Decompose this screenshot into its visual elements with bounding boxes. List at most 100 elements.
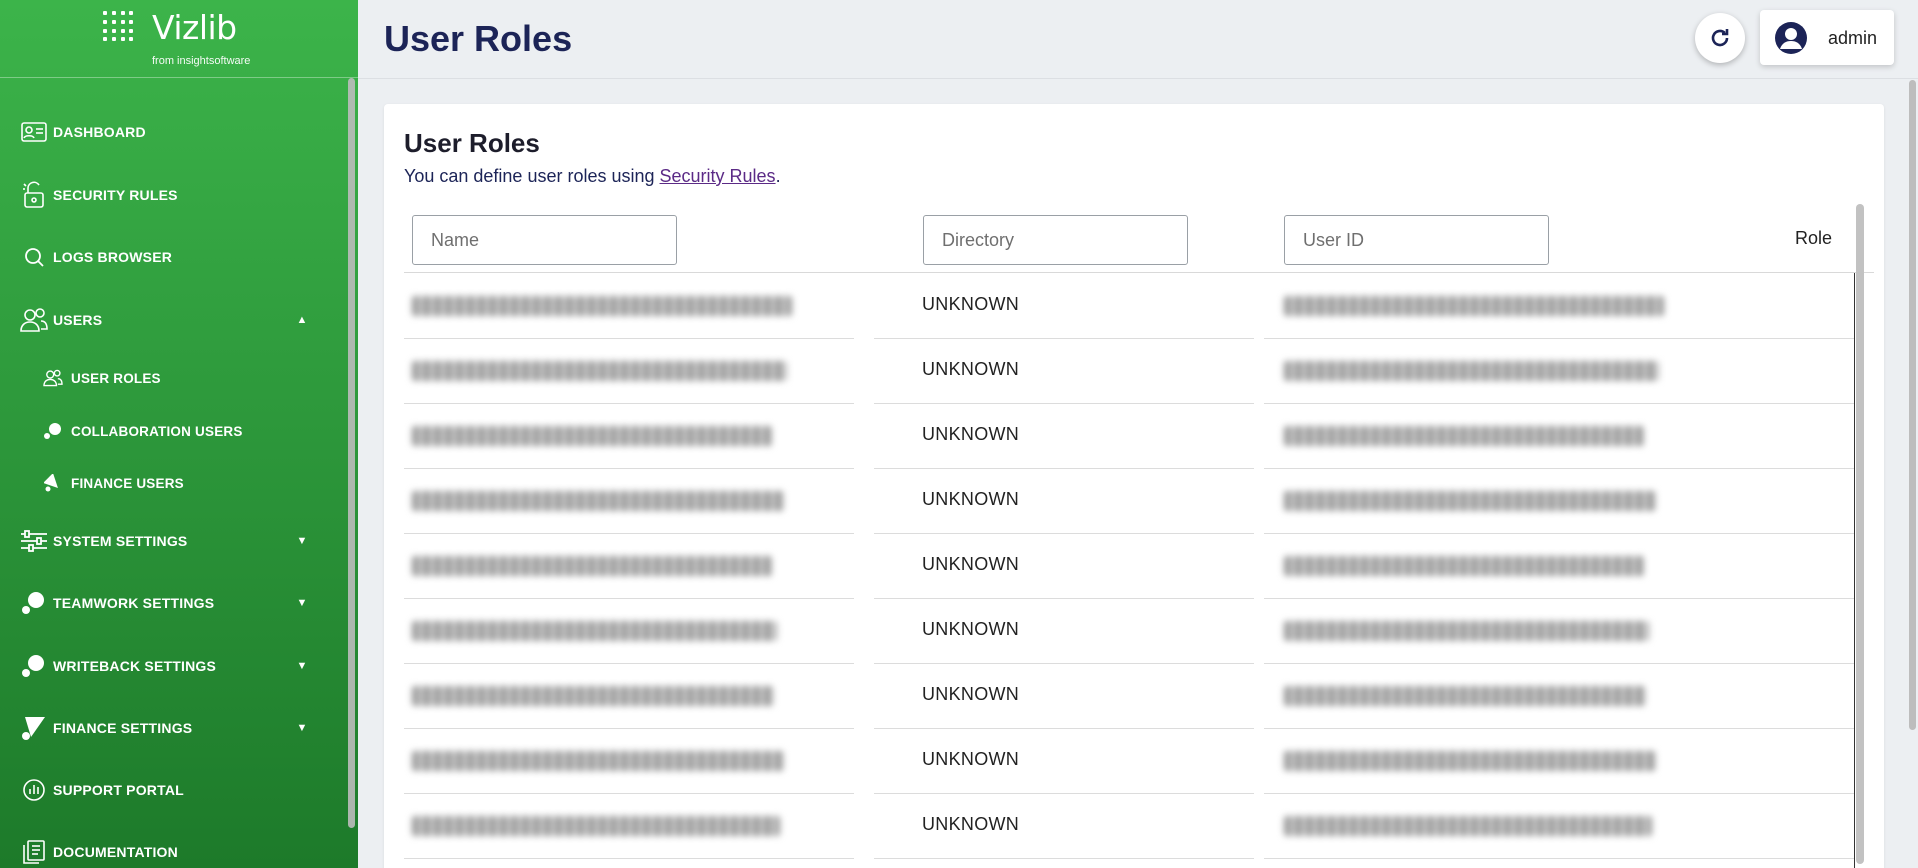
sidebar-item-label: WRITEBACK SETTINGS [53,658,217,674]
sidebar-item-system-settings[interactable]: SYSTEM SETTINGS ▼ [0,519,340,563]
finance-settings-icon [20,714,48,742]
directory-cell: UNKNOWN [922,619,1020,639]
collaboration-icon [42,420,64,442]
chevron-down-icon[interactable]: ▼ [296,535,308,547]
chevron-up-icon[interactable]: ▲ [296,314,308,326]
table-row[interactable]: UNKNOWN [404,274,1854,339]
sidebar: Vizlib from insightsoftware DASHBOARD SE… [0,0,358,868]
sidebar-item-writeback-settings[interactable]: WRITEBACK SETTINGS ▼ [0,644,340,688]
table-row[interactable]: UNKNOWN [404,664,1854,729]
sidebar-item-label: LOGS BROWSER [53,249,173,265]
redacted-name-cell [412,686,774,706]
redacted-userid-cell [1284,816,1652,836]
sidebar-item-label: FINANCE USERS [71,475,184,491]
users-icon [20,306,48,334]
support-icon [20,776,48,804]
redacted-name-cell [412,621,777,641]
sidebar-item-teamwork-settings[interactable]: TEAMWORK SETTINGS ▼ [0,581,340,625]
security-rules-link[interactable]: Security Rules [660,166,776,186]
card-desc-prefix: You can define user roles using [404,166,660,186]
sidebar-item-support-portal[interactable]: SUPPORT PORTAL [0,768,340,812]
redacted-name-cell [412,751,784,771]
row-divider [874,858,1254,859]
table-row[interactable]: UNKNOWN [404,599,1854,664]
redacted-name-cell [412,426,772,446]
directory-cell: UNKNOWN [922,294,1020,314]
redacted-name-cell [412,491,784,511]
user-menu-button[interactable]: admin [1760,10,1894,65]
sidebar-item-users[interactable]: USERS ▲ [0,298,340,342]
avatar-icon [1775,22,1807,54]
role-column-header[interactable]: Role [1795,228,1832,249]
user-roles-card: User Roles You can define user roles usi… [384,104,1884,868]
directory-cell: UNKNOWN [922,554,1020,574]
chevron-down-icon[interactable]: ▼ [296,597,308,609]
sidebar-item-label: COLLABORATION USERS [71,423,243,439]
brand-tagline: from insightsoftware [152,55,251,67]
redacted-userid-cell [1284,361,1659,381]
table-row[interactable]: UNKNOWN [404,534,1854,599]
redacted-name-cell [412,361,787,381]
vizlib-logo-icon [103,11,135,43]
redacted-userid-cell [1284,491,1656,511]
table-scrollbar[interactable] [1856,204,1864,864]
user-name: admin [1828,28,1878,48]
refresh-button[interactable] [1695,13,1745,63]
sidebar-item-security-rules[interactable]: SECURITY RULES [0,173,340,217]
table-scroll-edge [1854,273,1855,868]
directory-cell: UNKNOWN [922,684,1020,704]
table-row[interactable]: UNKNOWN [404,729,1854,794]
card-description: You can define user roles using Security… [404,166,781,187]
sidebar-scrollbar[interactable] [348,78,355,828]
directory-cell: UNKNOWN [922,489,1020,509]
dashboard-icon [20,118,48,146]
redacted-name-cell [412,296,792,316]
directory-cell: UNKNOWN [922,359,1020,379]
directory-filter-input[interactable] [923,215,1188,265]
sidebar-item-label: USERS [53,312,103,328]
directory-cell: UNKNOWN [922,424,1020,444]
row-divider [1724,858,1854,859]
sidebar-item-finance-users[interactable]: FINANCE USERS [0,461,340,505]
sidebar-item-label: DOCUMENTATION [53,844,178,860]
sidebar-item-dashboard[interactable]: DASHBOARD [0,110,340,154]
sidebar-item-documentation[interactable]: DOCUMENTATION [0,830,340,868]
sidebar-item-label: DASHBOARD [53,124,146,140]
card-desc-suffix: . [775,166,781,186]
table-row[interactable]: UNKNOWN [404,404,1854,469]
table-row[interactable]: UNKNOWN [404,339,1854,404]
finance-icon [42,472,64,494]
redacted-userid-cell [1284,686,1646,706]
page-title: User Roles [384,18,573,59]
row-divider [1264,858,1724,859]
sidebar-item-finance-settings[interactable]: FINANCE SETTINGS ▼ [0,706,340,750]
redacted-name-cell [412,556,772,576]
name-filter-input[interactable] [412,215,677,265]
sidebar-item-logs-browser[interactable]: LOGS BROWSER [0,235,340,279]
teamwork-icon [20,589,48,617]
sidebar-item-collaboration-users[interactable]: COLLABORATION USERS [0,409,340,453]
sidebar-item-label: TEAMWORK SETTINGS [53,595,215,611]
chevron-down-icon[interactable]: ▼ [296,722,308,734]
lock-icon [20,181,48,209]
chevron-down-icon[interactable]: ▼ [296,660,308,672]
sidebar-item-label: USER ROLES [71,370,161,386]
brand-logo[interactable]: Vizlib from insightsoftware [0,0,358,78]
writeback-icon [20,652,48,680]
sidebar-item-user-roles[interactable]: USER ROLES [0,356,340,400]
redacted-userid-cell [1284,426,1644,446]
search-icon [20,243,48,271]
table-row[interactable]: UNKNOWN [404,794,1854,859]
table-row[interactable]: UNKNOWN [404,469,1854,534]
sliders-icon [20,527,48,555]
sidebar-item-label: SECURITY RULES [53,187,178,203]
refresh-icon [1711,29,1729,47]
userid-filter-input[interactable] [1284,215,1549,265]
main-scrollbar[interactable] [1909,80,1916,730]
redacted-userid-cell [1284,556,1644,576]
redacted-userid-cell [1284,296,1664,316]
redacted-userid-cell [1284,621,1649,641]
directory-cell: UNKNOWN [922,749,1020,769]
sidebar-item-label: SYSTEM SETTINGS [53,533,188,549]
user-roles-icon [42,367,64,389]
